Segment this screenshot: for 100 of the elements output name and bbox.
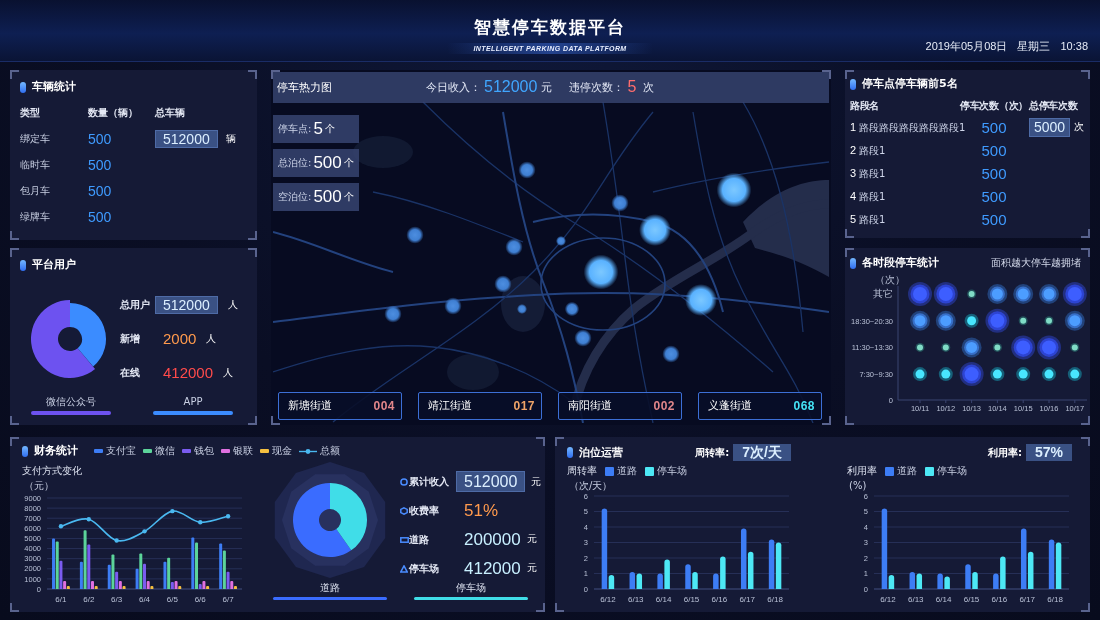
bubble <box>1044 316 1054 326</box>
axis-label: 6/1 <box>55 595 67 604</box>
rank-number: 4 <box>850 190 858 203</box>
heat-dot-icon <box>716 172 752 208</box>
column-header: 停车次数（次） <box>960 100 1028 112</box>
stat-value: 5 <box>313 119 323 139</box>
bubble <box>938 367 953 382</box>
rectangle-icon <box>400 536 409 543</box>
axis-title: （次） <box>875 274 905 285</box>
income-value: 512000 <box>484 78 538 97</box>
unit-text: 个 <box>343 191 354 203</box>
rank-number: 5 <box>850 213 858 226</box>
column-header: 总停车次数 <box>1029 100 1078 112</box>
chart-title: 支付方式变化 <box>22 465 83 477</box>
column-header: 总车辆 <box>155 107 186 119</box>
stat-value: 500 <box>313 187 342 207</box>
bubble <box>1039 284 1059 304</box>
chart-title: 利用率 <box>847 465 877 477</box>
row-value: 500 <box>88 156 113 174</box>
bubble <box>964 313 979 328</box>
street-code: 002 <box>653 399 675 413</box>
bubble <box>915 342 925 352</box>
legend-label: 钱包 <box>194 445 214 457</box>
legend-label: 道路 <box>897 465 917 477</box>
street-name: 靖江街道 <box>428 399 472 413</box>
bubble <box>1013 284 1034 304</box>
street-code: 004 <box>373 399 395 413</box>
total-value: 5000 <box>1029 118 1071 137</box>
unit-text: 个 <box>343 157 354 169</box>
page-title: 智慧停车数据平台 <box>474 17 626 38</box>
title-marker-icon <box>567 447 573 458</box>
stat-label: 总泊位: <box>278 157 312 169</box>
bubble <box>941 342 951 352</box>
line-point <box>58 524 64 529</box>
bubble <box>1062 282 1087 306</box>
bubble <box>990 367 1005 382</box>
legend-label: 停车场 <box>455 582 486 594</box>
axis-label: 6/14 <box>655 595 672 604</box>
hexagon-icon <box>400 506 408 515</box>
legend-label: 微信 <box>155 445 175 457</box>
axis-label: 6/4 <box>138 595 151 604</box>
bubble <box>961 337 982 358</box>
bubble <box>987 284 1008 304</box>
stat-label: 停车点: <box>278 123 312 135</box>
street-name: 南阳街道 <box>568 399 612 413</box>
row-label: 绑定车 <box>20 133 51 145</box>
heat-dot-icon <box>518 161 536 179</box>
title-marker-icon <box>850 257 856 269</box>
line-point <box>170 508 175 514</box>
stat-label: 新增 <box>120 333 141 345</box>
unit-text: 次 <box>643 80 655 95</box>
heat-dot-icon <box>611 194 629 212</box>
legend-label: 总额 <box>320 445 340 457</box>
stat-label: 道路 <box>409 533 430 546</box>
bubble <box>1016 367 1031 382</box>
rate-value: 57% <box>1025 444 1072 461</box>
heat-dot-icon <box>494 275 512 293</box>
legend-label: APP <box>183 396 203 408</box>
bubble <box>967 289 977 299</box>
bubble <box>1067 367 1082 382</box>
legend-label: 支付宝 <box>106 445 136 457</box>
title-marker-icon <box>20 259 26 271</box>
stat-value: 412000 <box>463 558 521 579</box>
heat-dot-icon <box>662 345 680 363</box>
legend-label: 停车场 <box>937 465 967 477</box>
heat-dot-icon <box>564 301 580 317</box>
heat-dot-icon <box>406 226 424 244</box>
legend-label: 道路 <box>320 582 340 594</box>
bubble <box>1070 342 1080 352</box>
title-marker-icon <box>22 445 28 457</box>
axis-label: 6/17 <box>739 595 755 604</box>
legend-label: 微信公众号 <box>46 396 96 408</box>
unit-text: 人 <box>227 299 238 311</box>
bubble <box>1018 316 1028 326</box>
legend-label: 停车场 <box>657 465 687 477</box>
rate-label: 周转率: <box>695 446 730 459</box>
axis-label: 6/3 <box>111 595 123 604</box>
chart-note: 面积越大停车越拥堵 <box>991 257 1081 269</box>
axis-label: 6/17 <box>1019 595 1035 604</box>
legend-label: 银联 <box>233 445 253 457</box>
unit-text: 个 <box>324 123 335 135</box>
axis-label: 6/15 <box>683 595 700 604</box>
stat-label: 收费率 <box>409 504 440 517</box>
line-point <box>198 520 203 525</box>
row-value: 500 <box>981 164 1007 183</box>
heat-dot-icon <box>555 235 567 247</box>
stat-label: 总用户 <box>120 299 151 311</box>
axis-label: 6/6 <box>194 595 206 604</box>
unit-text: 辆 <box>225 133 236 145</box>
legend-label: 道路 <box>617 465 637 477</box>
row-label: 临时车 <box>20 159 51 171</box>
stat-label: 在线 <box>120 367 141 379</box>
stat-value: 200000 <box>463 529 521 550</box>
heat-dot-icon <box>505 238 523 256</box>
total-value: 512000 <box>155 129 218 149</box>
bubble <box>1011 335 1036 360</box>
legend-label: 现金 <box>272 445 292 457</box>
row-value: 500 <box>981 187 1007 206</box>
row-value: 500 <box>88 208 113 226</box>
axis-label: 6/16 <box>711 595 728 604</box>
